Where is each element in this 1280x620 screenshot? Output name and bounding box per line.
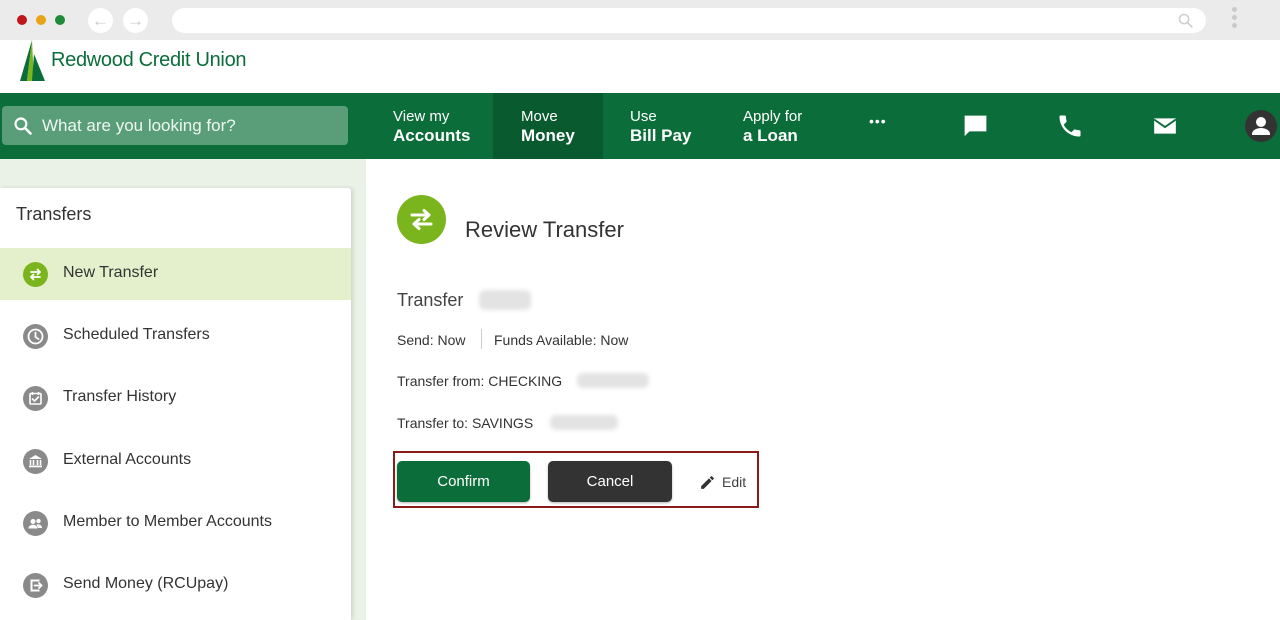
funds-available: Funds Available: Now [494, 332, 629, 348]
more-menu-icon[interactable]: ••• [869, 113, 887, 129]
browser-menu-icon[interactable] [1229, 7, 1239, 33]
pencil-icon [701, 476, 714, 489]
sidebar-title: Transfers [16, 204, 92, 224]
account-silhouette-icon [1252, 117, 1270, 135]
phone-icon[interactable] [1056, 112, 1084, 140]
chat-icon[interactable] [961, 112, 990, 141]
sidebar-item-member-to-member[interactable]: Member to Member Accounts [0, 497, 351, 549]
send-timing: Send: Now [397, 332, 466, 348]
redacted-to-account [550, 415, 618, 430]
sidebar-item-transfer-history[interactable]: Transfer History [0, 372, 351, 424]
forward-arrow-icon[interactable]: → [123, 8, 148, 33]
redwood-tree-logo-icon[interactable] [18, 40, 48, 83]
search-icon [1178, 13, 1193, 28]
clock-icon [23, 324, 48, 349]
redacted-amount [479, 290, 531, 310]
nav-label-line1: Apply for [743, 108, 803, 125]
transfer-amount-label: Transfer [397, 290, 464, 310]
transfer-from: Transfer from: CHECKING [397, 373, 563, 389]
divider [481, 329, 482, 349]
logo-bar: Redwood Credit Union [0, 40, 1280, 93]
sidebar-item-label: New Transfer [63, 264, 159, 281]
redacted-from-account [577, 373, 649, 388]
transfer-icon [397, 195, 446, 244]
back-arrow-icon[interactable]: ← [88, 8, 113, 33]
send-money-icon [23, 573, 48, 598]
sidebar-item-new-transfer[interactable]: New Transfer [0, 248, 351, 300]
address-bar[interactable] [172, 8, 1206, 33]
nav-label-line1: Move [521, 108, 558, 125]
sidebar-item-send-money-rcupay[interactable]: Send Money (RCUpay) [0, 559, 351, 611]
nav-label-line2: Accounts [393, 126, 471, 145]
brand-name[interactable]: Redwood Credit Union [51, 49, 247, 72]
sidebar-item-label: Transfer History [63, 388, 177, 405]
edit-label: Edit [722, 474, 747, 490]
confirm-button[interactable]: Confirm [397, 461, 530, 502]
transfers-sidebar: Transfers New Transfer Scheduled Transfe… [0, 188, 351, 620]
search-input[interactable] [42, 106, 332, 145]
sidebar-item-scheduled-transfers[interactable]: Scheduled Transfers [0, 310, 351, 362]
browser-chrome: ← → [0, 0, 1280, 40]
window-minimize-dot[interactable] [36, 15, 46, 25]
sidebar-item-label: Member to Member Accounts [63, 513, 272, 530]
search-icon [14, 117, 32, 135]
nav-bill-pay[interactable]: Use Bill Pay [630, 93, 691, 159]
nav-apply-loan[interactable]: Apply for a Loan [743, 93, 802, 159]
nav-label-line1: View my [393, 108, 450, 125]
nav-label-line1: Use [630, 108, 657, 125]
transfer-to: Transfer to: SAVINGS [397, 415, 534, 431]
page-title: Review Transfer [465, 217, 624, 242]
user-icon[interactable] [1245, 110, 1277, 142]
members-icon [23, 511, 48, 536]
cancel-button[interactable]: Cancel [548, 461, 672, 502]
window-maximize-dot[interactable] [55, 15, 65, 25]
review-transfer-panel: Review Transfer Transfer Send: Now Funds… [366, 159, 1280, 620]
main-navigation: View my Accounts Move Money Use Bill Pay… [0, 93, 1280, 159]
site-search[interactable] [2, 106, 348, 145]
transfer-icon [23, 262, 48, 287]
sidebar-item-label: External Accounts [63, 451, 192, 468]
sidebar-item-external-accounts[interactable]: External Accounts [0, 435, 351, 487]
nav-move-money[interactable]: Move Money [493, 93, 603, 159]
nav-label-line2: a Loan [743, 126, 798, 145]
sidebar-item-label: Scheduled Transfers [63, 326, 210, 343]
sidebar-item-label: Send Money (RCUpay) [63, 575, 229, 592]
calendar-check-icon [23, 386, 48, 411]
bank-icon [23, 449, 48, 474]
nav-label-line2: Money [521, 126, 575, 145]
nav-label-line2: Bill Pay [630, 126, 692, 145]
nav-view-accounts[interactable]: View my Accounts [393, 93, 470, 159]
window-close-dot[interactable] [17, 15, 27, 25]
mail-icon[interactable] [1151, 113, 1179, 139]
